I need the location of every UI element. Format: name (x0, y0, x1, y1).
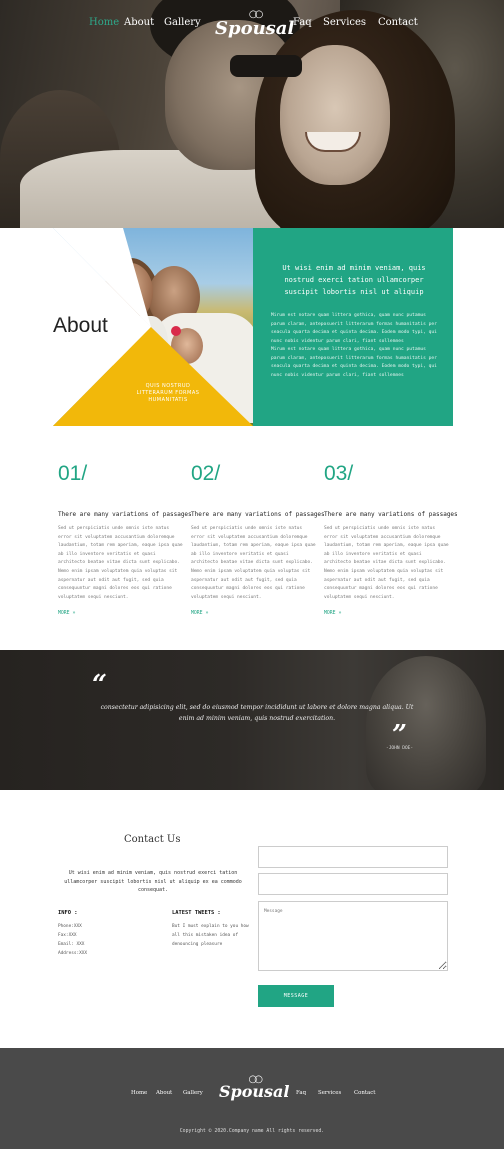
testimonial-author: -JOHN DOE- (386, 746, 414, 751)
footer-nav-about[interactable]: About (156, 1090, 172, 1096)
about-title: About (53, 314, 108, 337)
about-body: Mirum est notare quam littera gothica, q… (271, 313, 437, 378)
footer-nav-services[interactable]: Services (318, 1090, 341, 1096)
nav-item-contact[interactable]: Contact (378, 17, 418, 28)
nav-item-faq[interactable]: Faq (293, 17, 312, 28)
hero-photo-sunglasses (230, 55, 302, 77)
tweets-heading: LATEST TWEETS : (172, 910, 221, 916)
tweet-line: all this mistaken idea of (172, 933, 239, 938)
nav-item-gallery[interactable]: Gallery (164, 17, 201, 28)
footer-nav-faq[interactable]: Faq (296, 1090, 306, 1096)
footer: Home About Gallery Faq Services Contact … (0, 1048, 504, 1149)
feature-title: There are many variations of passages (191, 511, 325, 518)
feature-body: Sed ut perspiciatis unde omnis iste natu… (324, 526, 449, 600)
rings-icon: ○○ (248, 9, 264, 20)
feature-number: 01/ (58, 462, 88, 485)
feature-more-link[interactable]: MORE » (58, 611, 184, 616)
info-phone: Phone:XXX (58, 924, 82, 929)
feature-number: 03/ (324, 462, 354, 485)
brand-logo[interactable]: ○○ Spousal (215, 9, 295, 39)
about-visual: About QUIS NOSTRUD LITTERARUM FORMAS HUM… (53, 228, 253, 426)
info-email: Email: XXX (58, 942, 85, 947)
features-section: 01/ There are many variations of passage… (58, 462, 458, 622)
footer-logo[interactable]: ○○ Spousal (219, 1074, 290, 1101)
info-fax: Fax:XXX (58, 933, 77, 938)
testimonial-text: consectetur adipisicing elit, sed do eiu… (100, 704, 414, 722)
contact-lead: Ut wisi enim ad minim veniam, quis nostr… (64, 870, 242, 893)
info-address: Address:XXX (58, 951, 88, 956)
about-caption: QUIS NOSTRUD LITTERARUM FORMAS HUMANITAT… (136, 383, 200, 403)
feature-card: 01/ There are many variations of passage… (58, 462, 192, 616)
info-heading: INFO : (58, 910, 78, 916)
brand-name: Spousal (215, 18, 295, 39)
feature-title: There are many variations of passages (324, 511, 458, 518)
feature-card: 02/ There are many variations of passage… (191, 462, 325, 616)
about-lead: Ut wisi enim ad minim veniam, quis nostr… (282, 264, 426, 296)
name-field[interactable] (258, 846, 448, 868)
tweet-line: denouncing pleasure (172, 942, 223, 947)
about-text-panel: Ut wisi enim ad minim veniam, quis nostr… (253, 228, 453, 426)
feature-title: There are many variations of passages (58, 511, 192, 518)
latest-tweets: LATEST TWEETS : But I must explain to yo… (172, 910, 249, 949)
email-field[interactable] (258, 873, 448, 895)
feature-card: 03/ There are many variations of passage… (324, 462, 458, 616)
hero-banner: Home About Gallery Faq Services Contact … (0, 0, 504, 228)
open-quote-icon: “ (92, 670, 107, 700)
copyright-text: Copyright © 2020.Company name All rights… (179, 1129, 325, 1134)
feature-body: Sed ut perspiciatis unde omnis iste natu… (191, 526, 316, 600)
feature-number: 02/ (191, 462, 221, 485)
about-section: About QUIS NOSTRUD LITTERARUM FORMAS HUM… (53, 228, 453, 426)
footer-nav-gallery[interactable]: Gallery (183, 1090, 203, 1096)
footer-nav-home[interactable]: Home (131, 1090, 147, 1096)
rings-icon: ○○ (248, 1074, 264, 1085)
send-message-button[interactable]: MESSAGE (258, 985, 334, 1007)
feature-body: Sed ut perspiciatis unde omnis iste natu… (58, 526, 183, 600)
nav-item-home[interactable]: Home (89, 17, 119, 28)
nav-item-about[interactable]: About (124, 17, 154, 28)
feature-more-link[interactable]: MORE » (191, 611, 317, 616)
testimonial-section: “ consectetur adipisicing elit, sed do e… (0, 650, 504, 790)
nav-item-services[interactable]: Services (323, 17, 366, 28)
feature-more-link[interactable]: MORE » (324, 611, 450, 616)
contact-title: Contact Us (124, 834, 181, 845)
footer-nav-contact[interactable]: Contact (354, 1090, 375, 1096)
message-field[interactable] (258, 901, 448, 971)
tweet-line: But I must explain to you how (172, 924, 249, 929)
contact-info: INFO : Phone:XXX Fax:XXX Email: XXX Addr… (58, 910, 87, 958)
